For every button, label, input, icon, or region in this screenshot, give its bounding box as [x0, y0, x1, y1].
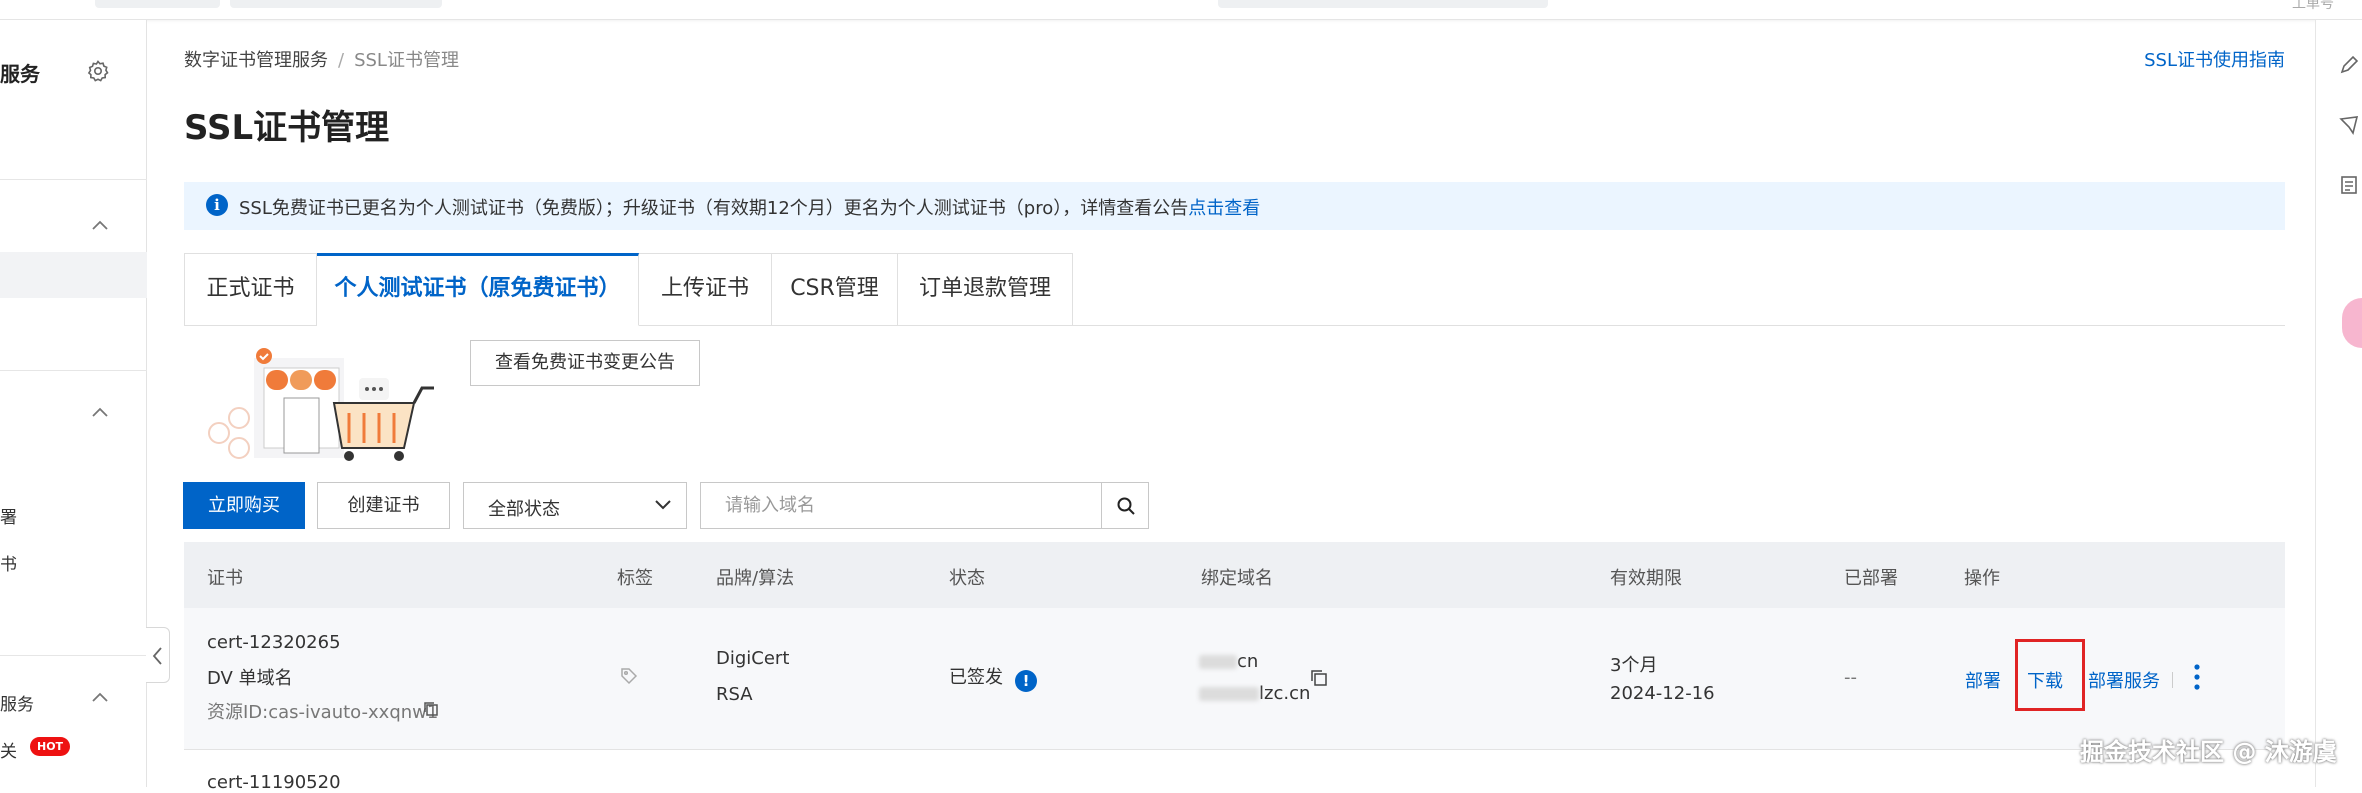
sidebar: 服务 署 书 服务 关 HOT — [0, 20, 147, 787]
sidebar-item-related[interactable]: 关 — [0, 737, 17, 762]
cert-type: DV 单域名 — [207, 668, 293, 689]
domain-1: cn — [1199, 651, 1258, 672]
sidebar-item-service[interactable]: 服务 — [0, 690, 34, 715]
column-header: 标签 — [617, 568, 653, 589]
status-cell: 已签发! — [949, 663, 1037, 692]
tab-bar: 正式证书 个人测试证书（原免费证书） 上传证书 CSR管理 订单退款管理 — [184, 253, 2285, 326]
more-actions-icon[interactable] — [2194, 664, 2200, 690]
breadcrumb-root[interactable]: 数字证书管理服务 — [184, 50, 328, 71]
table-header: 证书 标签 品牌/算法 状态 绑定域名 有效期限 已部署 操作 — [184, 542, 2285, 608]
chevron-left-icon — [152, 647, 162, 665]
view-notice-button[interactable]: 查看免费证书变更公告 — [470, 340, 700, 386]
column-header: 绑定域名 — [1201, 568, 1273, 589]
tag-icon[interactable] — [619, 666, 639, 686]
breadcrumb-separator: / — [338, 50, 345, 71]
sidebar-divider — [0, 655, 147, 656]
tab-csr-management[interactable]: CSR管理 — [772, 253, 898, 326]
gear-icon[interactable] — [86, 59, 110, 83]
chevron-up-icon[interactable] — [90, 405, 110, 419]
expire-date: 2024-12-16 — [1610, 683, 1715, 704]
breadcrumb: 数字证书管理服务 / SSL证书管理 — [184, 46, 459, 72]
create-cert-button[interactable]: 创建证书 — [317, 482, 450, 529]
notice-text: SSL免费证书已更名为个人测试证书（免费版）；升级证书（有效期12个月）更名为个… — [239, 198, 1189, 219]
column-header: 状态 — [949, 568, 985, 589]
sidebar-item-active[interactable] — [0, 252, 147, 298]
domain-search-input[interactable] — [701, 483, 1101, 528]
search-icon — [1117, 497, 1135, 515]
hot-badge: HOT — [30, 737, 71, 756]
info-icon: i — [206, 194, 228, 216]
column-header: 品牌/算法 — [716, 568, 795, 589]
sidebar-title: 服务 — [0, 62, 40, 86]
cert-id[interactable]: cert-12320265 — [207, 632, 341, 653]
resource-id: 资源ID:cas-ivauto-xxqnw1 — [207, 702, 439, 723]
brand: DigiCert — [716, 648, 790, 669]
sidebar-divider — [0, 179, 147, 180]
sidebar-divider — [0, 370, 147, 371]
column-header: 已部署 — [1844, 568, 1898, 589]
status-select[interactable]: 全部状态 — [463, 482, 687, 529]
copy-icon[interactable] — [422, 700, 440, 718]
breadcrumb-current: SSL证书管理 — [354, 50, 459, 71]
sidebar-item-deploy[interactable]: 署 — [0, 503, 17, 528]
cert-id[interactable]: cert-11190520 — [207, 772, 341, 793]
redacted-text — [1199, 687, 1259, 701]
tab-refund-management[interactable]: 订单退款管理 — [898, 253, 1073, 326]
tab-personal-test-cert[interactable]: 个人测试证书（原免费证书） — [317, 253, 639, 326]
domain-2: lzc.cn — [1199, 683, 1310, 704]
shop-illustration — [208, 348, 434, 461]
column-header: 操作 — [1964, 568, 2000, 589]
download-highlight-box — [2015, 639, 2085, 711]
chevron-up-icon[interactable] — [90, 690, 110, 704]
deployed-count: -- — [1844, 667, 1857, 688]
notice-banner: i SSL免费证书已更名为个人测试证书（免费版）；升级证书（有效期12个月）更名… — [184, 182, 2285, 230]
domain-search — [700, 482, 1102, 529]
usage-guide-link[interactable]: SSL证书使用指南 — [2144, 46, 2285, 72]
right-toolbar — [2315, 20, 2362, 787]
topbar-pill[interactable] — [230, 0, 442, 8]
search-button[interactable] — [1101, 482, 1149, 529]
deploy-service-link[interactable]: 部署服务 — [2088, 667, 2160, 693]
table-row: cert-12320265 DV 单域名 资源ID:cas-ivauto-xxq… — [184, 608, 2285, 750]
algorithm: RSA — [716, 684, 753, 705]
topbar-ticket-link[interactable]: 工单号 — [2292, 0, 2334, 13]
redacted-text — [1199, 655, 1237, 669]
edit-icon[interactable] — [2338, 54, 2360, 76]
tab-upload-cert[interactable]: 上传证书 — [639, 253, 772, 326]
validity-period: 3个月 — [1610, 655, 1658, 676]
top-bar: 工单号 — [0, 0, 2362, 20]
domain-2-suffix: lzc.cn — [1259, 683, 1311, 704]
column-header: 证书 — [207, 568, 243, 589]
notes-icon[interactable] — [2338, 174, 2360, 196]
status-text: 已签发 — [949, 667, 1003, 688]
chevron-up-icon[interactable] — [90, 218, 110, 232]
sidebar-collapse-button[interactable] — [146, 627, 170, 683]
copy-icon[interactable] — [1309, 668, 1329, 688]
action-separator — [2172, 672, 2173, 688]
column-header: 有效期限 — [1610, 568, 1682, 589]
tab-formal-cert[interactable]: 正式证书 — [184, 253, 317, 326]
deploy-link[interactable]: 部署 — [1965, 667, 2001, 693]
chevron-down-icon — [655, 500, 671, 510]
status-select-value: 全部状态 — [488, 499, 560, 520]
buy-now-button[interactable]: 立即购买 — [183, 482, 305, 529]
page-title: SSL证书管理 — [184, 108, 390, 148]
notice-link[interactable]: 点击查看 — [1188, 198, 1260, 219]
watermark: 掘金技术社区 @ 沐游虞 — [2080, 738, 2337, 766]
alert-icon[interactable]: ! — [1015, 670, 1037, 692]
sidebar-item-cert[interactable]: 书 — [0, 550, 17, 575]
feedback-icon[interactable] — [2338, 114, 2360, 136]
table-row: cert-11190520 — [184, 750, 2285, 793]
domain-1-suffix: cn — [1237, 651, 1259, 672]
topbar-pill[interactable] — [95, 0, 220, 8]
topbar-search[interactable] — [1218, 0, 1548, 8]
